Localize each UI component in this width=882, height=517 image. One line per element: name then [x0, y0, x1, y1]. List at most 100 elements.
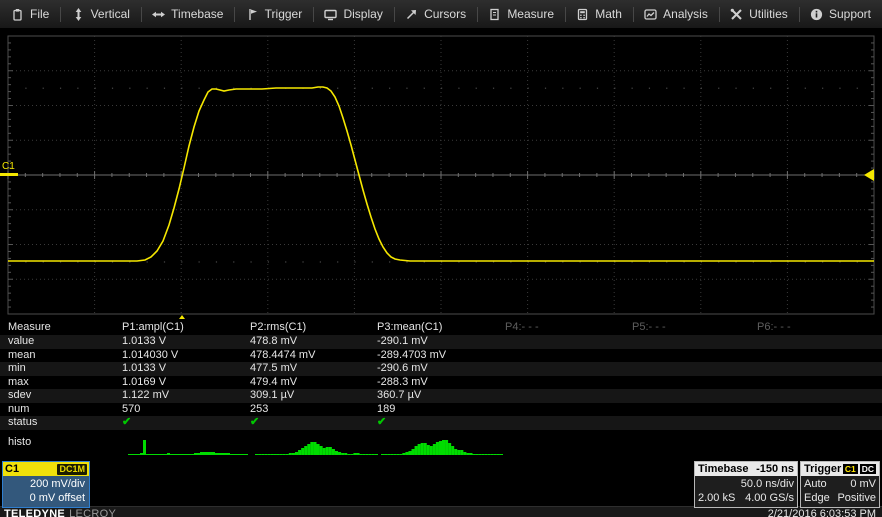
max-p2: 479.4 mV: [250, 376, 377, 390]
trigger-type: Edge: [804, 491, 830, 505]
row-label: status: [0, 416, 122, 430]
display-icon: [324, 8, 337, 21]
col-p5[interactable]: P5:- - -: [632, 321, 757, 335]
min-p1: 1.0133 V: [122, 362, 250, 376]
trigger-coupling-badge: DC: [860, 464, 876, 474]
vertical-icon: [72, 8, 85, 21]
col-measure: Measure: [0, 321, 122, 335]
menu-item-timebase[interactable]: Timebase: [141, 0, 234, 28]
analysis-icon: [644, 8, 657, 21]
mean-p2: 478.4474 mV: [250, 349, 377, 363]
timebase-box[interactable]: Timebase -150 ns 50.0 ns/div 2.00 kS 4.0…: [694, 461, 798, 508]
table-row-num: num 570 253 189: [0, 403, 882, 417]
trigger-box[interactable]: Trigger C1 DC Auto 0 mV Edge Positive: [800, 461, 880, 508]
menu-item-support[interactable]: Support: [799, 0, 882, 28]
oscilloscope-screen: File Vertical Timebase Trigger Display Cursor…: [0, 0, 882, 517]
channel-coupling-badge: DC1M: [57, 464, 87, 475]
file-icon: [11, 8, 24, 21]
menu-item-utilities[interactable]: Utilities: [719, 0, 799, 28]
row-label: sdev: [0, 389, 122, 403]
menu-item-label: Timebase: [171, 7, 223, 21]
timebase-title: Timebase: [698, 463, 749, 475]
channel-scale: 200 mV/div: [3, 477, 85, 491]
min-p3: -290.6 mV: [377, 362, 505, 376]
menu-item-label: File: [30, 7, 49, 21]
histogram-p3: [381, 431, 503, 455]
timebase-delay: -150 ns: [756, 463, 794, 475]
measure-table-header: Measure P1:ampl(C1) P2:rms(C1) P3:mean(C…: [0, 321, 882, 335]
menu-item-analysis[interactable]: Analysis: [633, 0, 719, 28]
timebase-samples: 2.00 kS: [698, 491, 735, 505]
menu-item-cursors[interactable]: Cursors: [394, 0, 477, 28]
value-p1: 1.0133 V: [122, 335, 250, 349]
trigger-source-badge: C1: [843, 464, 858, 474]
table-row-histo: histo: [0, 430, 882, 456]
menu-bar: File Vertical Timebase Trigger Display Cursor…: [0, 0, 882, 29]
timebase-icon: [152, 8, 165, 21]
col-p3[interactable]: P3:mean(C1): [377, 321, 505, 335]
mean-p1: 1.014030 V: [122, 349, 250, 363]
utilities-icon: [730, 8, 743, 21]
status-check-p3: ✔: [377, 416, 505, 430]
cursors-icon: [405, 8, 418, 21]
row-label: max: [0, 376, 122, 390]
row-label: mean: [0, 349, 122, 363]
menu-item-label: Math: [595, 7, 622, 21]
trigger-mode: Auto: [804, 477, 827, 491]
waveform-area: C1: [0, 29, 882, 319]
menu-item-label: Display: [343, 7, 382, 21]
graticule: C1: [0, 29, 882, 319]
menu-item-label: Measure: [507, 7, 554, 21]
min-p2: 477.5 mV: [250, 362, 377, 376]
menu-item-trigger[interactable]: Trigger: [235, 0, 314, 28]
table-row-mean: mean 1.014030 V 478.4474 mV -289.4703 mV: [0, 349, 882, 363]
timebase-samplerate: 4.00 GS/s: [745, 491, 794, 505]
col-p6[interactable]: P6:- - -: [757, 321, 882, 335]
sdev-p3: 360.7 µV: [377, 389, 505, 403]
menu-item-math[interactable]: Math: [565, 0, 633, 28]
histogram-p1: [128, 431, 248, 455]
histogram-p2: [255, 431, 378, 455]
col-p4[interactable]: P4:- - -: [505, 321, 632, 335]
row-label: value: [0, 335, 122, 349]
trigger-level: 0 mV: [850, 477, 876, 491]
menu-item-label: Trigger: [265, 7, 303, 21]
math-icon: [576, 8, 589, 21]
sdev-p2: 309.1 µV: [250, 389, 377, 403]
value-p2: 478.8 mV: [250, 335, 377, 349]
menu-item-measure[interactable]: Measure: [477, 0, 565, 28]
col-p2[interactable]: P2:rms(C1): [250, 321, 377, 335]
status-check-p2: ✔: [250, 416, 377, 430]
trigger-slope: Positive: [837, 491, 876, 505]
c1-zero-level-marker[interactable]: [0, 173, 18, 176]
status-check-p1: ✔: [122, 416, 250, 430]
table-row-sdev: sdev 1.122 mV 309.1 µV 360.7 µV: [0, 389, 882, 403]
row-label: num: [0, 403, 122, 417]
row-label: min: [0, 362, 122, 376]
menu-item-label: Cursors: [424, 7, 466, 21]
menu-item-file[interactable]: File: [0, 0, 60, 28]
menu-item-vertical[interactable]: Vertical: [61, 0, 141, 28]
num-p1: 570: [122, 403, 250, 417]
col-p1[interactable]: P1:ampl(C1): [122, 321, 250, 335]
value-p3: -290.1 mV: [377, 335, 505, 349]
row-label: histo: [0, 436, 122, 450]
menu-item-label: Analysis: [663, 7, 708, 21]
table-row-max: max 1.0169 V 479.4 mV -288.3 mV: [0, 376, 882, 390]
timebase-scale: 50.0 ns/div: [741, 477, 794, 491]
support-icon: [810, 8, 823, 21]
measure-table: Measure P1:ampl(C1) P2:rms(C1) P3:mean(C…: [0, 319, 882, 460]
menu-item-display[interactable]: Display: [313, 0, 393, 28]
brand-teledyne: TELEDYNE: [4, 508, 65, 517]
sdev-p1: 1.122 mV: [122, 389, 250, 403]
menu-item-label: Vertical: [91, 7, 130, 21]
max-p1: 1.0169 V: [122, 376, 250, 390]
measure-icon: [488, 8, 501, 21]
max-p3: -288.3 mV: [377, 376, 505, 390]
table-row-status: status ✔ ✔ ✔: [0, 416, 882, 430]
brand-logo: TELEDYNE LECROY: [0, 508, 116, 517]
menu-item-label: Support: [829, 7, 871, 21]
c1-trace-label: C1: [2, 161, 15, 172]
trigger-time-marker[interactable]: [176, 315, 188, 319]
channel-c1-box[interactable]: C1 DC1M 200 mV/div 0 mV offset: [2, 461, 90, 508]
